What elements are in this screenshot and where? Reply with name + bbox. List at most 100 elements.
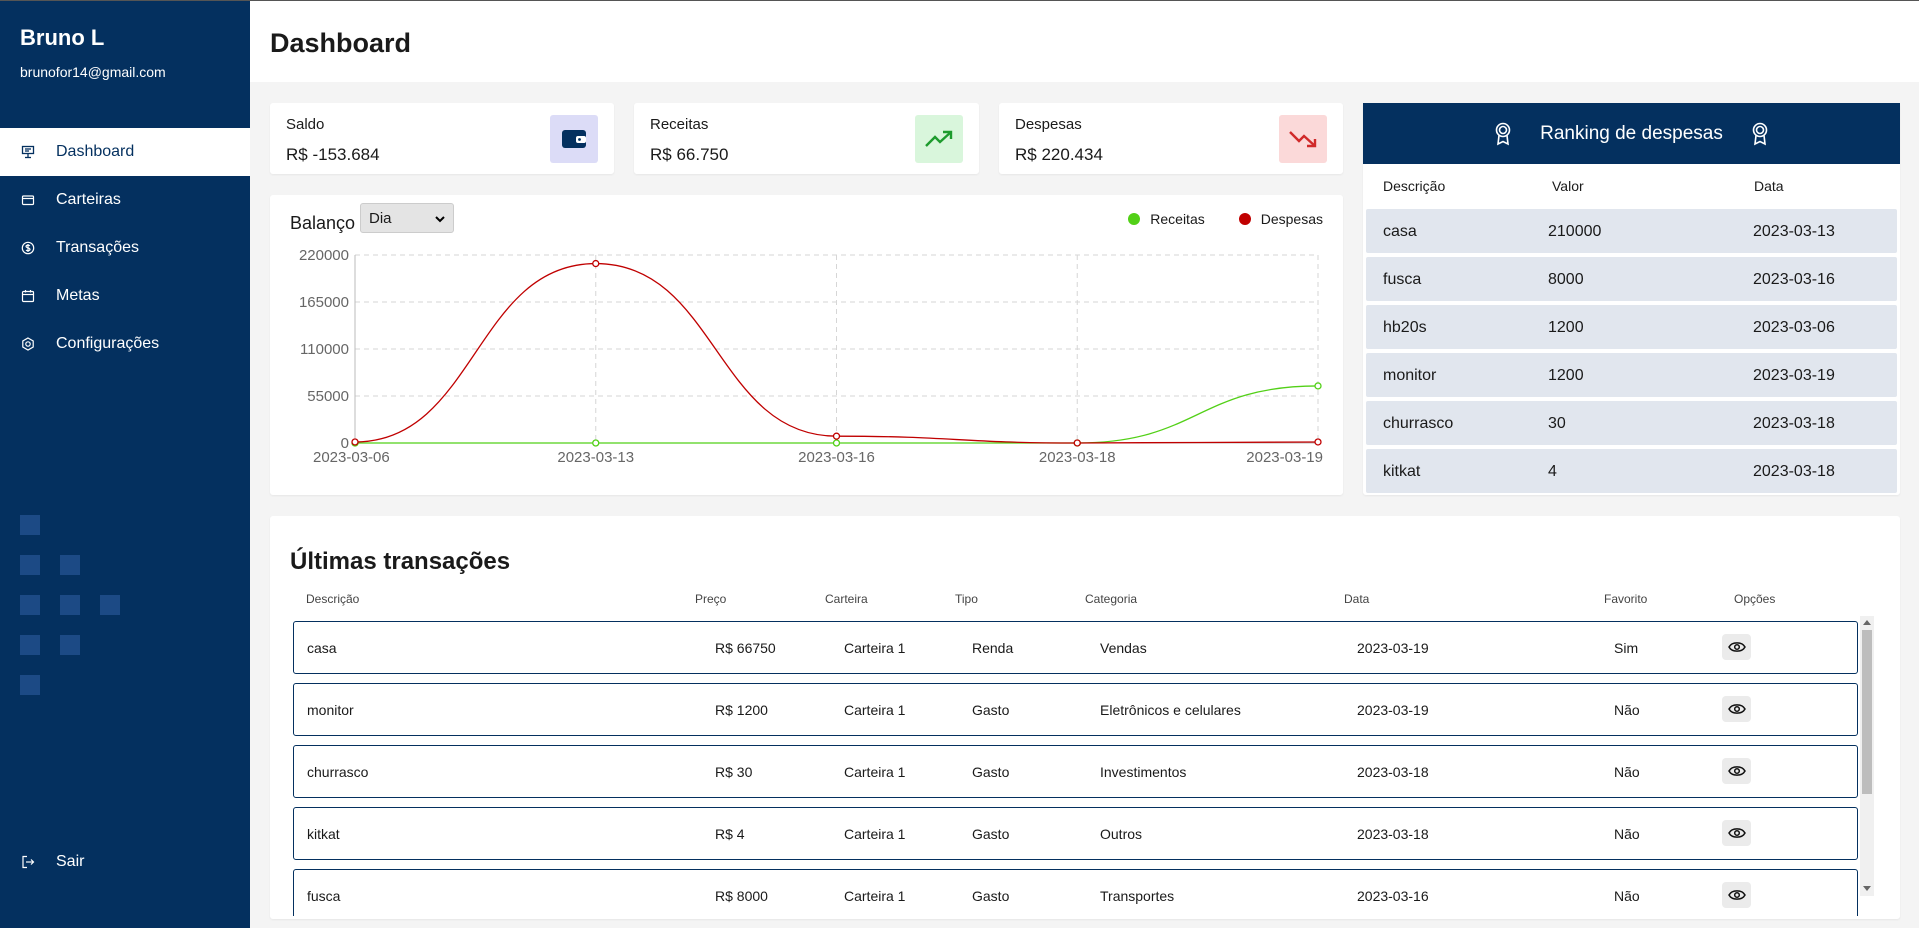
scrollbar[interactable]: [1860, 616, 1874, 896]
data-point: [832, 432, 841, 440]
transactions-list[interactable]: casa R$ 66750 Carteira 1 Renda Vendas 20…: [270, 616, 1875, 916]
user-name: Bruno L: [20, 25, 105, 50]
tx-cell-carteira: Carteira 1: [844, 640, 906, 656]
award-icon: [1751, 122, 1769, 146]
series-line-despesas: [354, 262, 1319, 444]
tx-cell-categoria: Investimentos: [1100, 764, 1187, 780]
tx-col-opcoes: Opções: [1734, 592, 1776, 606]
table-row[interactable]: monitor R$ 1200 Carteira 1 Gasto Eletrôn…: [293, 683, 1858, 736]
ranking-cell-descricao: monitor: [1383, 367, 1437, 384]
sidebar-item-label: Transações: [56, 239, 139, 256]
sidebar-item-label: Dashboard: [56, 143, 135, 160]
ranking-cell-descricao: churrasco: [1383, 415, 1454, 432]
page-title: Dashboard: [270, 28, 412, 58]
ranking-cell-data: 2023-03-19: [1753, 367, 1835, 384]
data-point: [592, 259, 600, 268]
eye-icon: [1727, 766, 1746, 776]
saldo-value: R$ -153.684: [286, 145, 380, 164]
tx-col-data: Data: [1344, 592, 1370, 606]
sidebar-item-metas[interactable]: Metas: [0, 272, 250, 320]
ranking-col-descricao: Descrição: [1383, 178, 1446, 194]
sidebar-item-transacoes[interactable]: Transações: [0, 224, 250, 272]
sidebar-item-label: Metas: [56, 287, 100, 304]
x-tick-label: 2023-03-13: [557, 449, 634, 466]
logout-icon: [20, 854, 36, 870]
scroll-down-arrow[interactable]: [1863, 886, 1871, 891]
sidebar-item-configuracoes[interactable]: Configurações: [0, 320, 250, 368]
ranking-cell-valor: 4: [1548, 463, 1557, 480]
view-button[interactable]: [1722, 820, 1751, 846]
ranking-col-data: Data: [1754, 178, 1784, 194]
trending-up-icon: [915, 115, 963, 163]
award-icon: [1494, 122, 1512, 146]
tx-cell-descricao: kitkat: [307, 826, 340, 842]
despesas-value: R$ 220.434: [1015, 145, 1103, 164]
receitas-label: Receitas: [650, 116, 709, 133]
tx-cell-categoria: Eletrônicos e celulares: [1100, 702, 1241, 718]
tx-cell-data: 2023-03-18: [1357, 826, 1429, 842]
data-point: [1314, 438, 1322, 446]
view-button[interactable]: [1722, 696, 1751, 722]
ranking-cell-data: 2023-03-16: [1753, 271, 1835, 288]
sidebar-item-dashboard[interactable]: Dashboard: [0, 128, 250, 176]
ranking-cell-data: 2023-03-18: [1753, 415, 1835, 432]
tx-cell-descricao: casa: [307, 640, 337, 656]
data-point: [832, 439, 841, 447]
tx-cell-data: 2023-03-18: [1357, 764, 1429, 780]
logout-label: Sair: [56, 853, 85, 870]
scroll-thumb[interactable]: [1862, 630, 1872, 794]
eye-icon: [1727, 704, 1746, 714]
wallet-icon: [550, 115, 598, 163]
y-tick-label: 220000: [299, 247, 349, 264]
transactions-card: Últimas transações Descrição Preço Carte…: [270, 516, 1900, 919]
y-tick-label: 55000: [307, 388, 349, 405]
ranking-cell-valor: 30: [1548, 415, 1566, 432]
settings-icon: [20, 336, 36, 352]
transactions-column-headers: Descrição Preço Carteira Tipo Categoria …: [270, 592, 1875, 612]
tx-cell-tipo: Renda: [972, 640, 1014, 656]
ranking-column-headers: Descrição Valor Data: [1363, 164, 1900, 209]
ranking-cell-descricao: casa: [1383, 223, 1417, 240]
scroll-up-arrow[interactable]: [1863, 620, 1871, 625]
tx-cell-descricao: monitor: [307, 702, 354, 718]
tx-cell-preco: R$ 1200: [715, 702, 768, 718]
logout-button[interactable]: Sair: [20, 853, 84, 871]
tx-cell-favorito: Não: [1614, 888, 1640, 904]
ranking-cell-data: 2023-03-18: [1753, 463, 1835, 480]
receitas-value: R$ 66.750: [650, 145, 729, 164]
tx-cell-categoria: Transportes: [1100, 888, 1175, 904]
tx-cell-carteira: Carteira 1: [844, 764, 906, 780]
ranking-cell-descricao: hb20s: [1383, 319, 1427, 336]
user-email: brunofor14@gmail.com: [20, 64, 166, 80]
window-top-border: [0, 0, 1919, 1]
view-button[interactable]: [1722, 758, 1751, 784]
view-button[interactable]: [1722, 634, 1751, 660]
receitas-card: Receitas R$ 66.750: [634, 103, 979, 174]
ranking-cell-descricao: kitkat: [1383, 463, 1421, 480]
ranking-cell-descricao: fusca: [1383, 271, 1422, 288]
data-point: [592, 439, 600, 447]
tx-cell-descricao: churrasco: [307, 764, 369, 780]
table-row[interactable]: kitkat R$ 4 Carteira 1 Gasto Outros 2023…: [293, 807, 1858, 860]
tx-cell-carteira: Carteira 1: [844, 702, 906, 718]
tx-cell-descricao: fusca: [307, 888, 341, 904]
ranking-cell-valor: 1200: [1548, 367, 1584, 384]
sidebar-item-label: Carteiras: [56, 191, 121, 208]
table-row[interactable]: casa R$ 66750 Carteira 1 Renda Vendas 20…: [293, 621, 1858, 674]
sidebar-item-carteiras[interactable]: Carteiras: [0, 176, 250, 224]
table-row[interactable]: fusca R$ 8000 Carteira 1 Gasto Transport…: [293, 869, 1858, 916]
page-header: Dashboard: [250, 1, 1919, 82]
wallet-icon: [20, 192, 36, 208]
ranking-row: fusca 8000 2023-03-16: [1366, 257, 1897, 301]
x-tick-label: 2023-03-16: [798, 449, 875, 466]
tx-cell-carteira: Carteira 1: [844, 888, 906, 904]
view-button[interactable]: [1722, 882, 1751, 908]
eye-icon: [1727, 828, 1746, 838]
ranking-cell-data: 2023-03-13: [1753, 223, 1835, 240]
table-row[interactable]: churrasco R$ 30 Carteira 1 Gasto Investi…: [293, 745, 1858, 798]
ranking-row: kitkat 4 2023-03-18: [1366, 449, 1897, 493]
y-tick-label: 165000: [299, 294, 349, 311]
tx-cell-categoria: Outros: [1100, 826, 1143, 842]
eye-icon: [1727, 890, 1746, 900]
sidebar-nav: Dashboard Carteiras Transações Metas Con…: [0, 128, 250, 368]
